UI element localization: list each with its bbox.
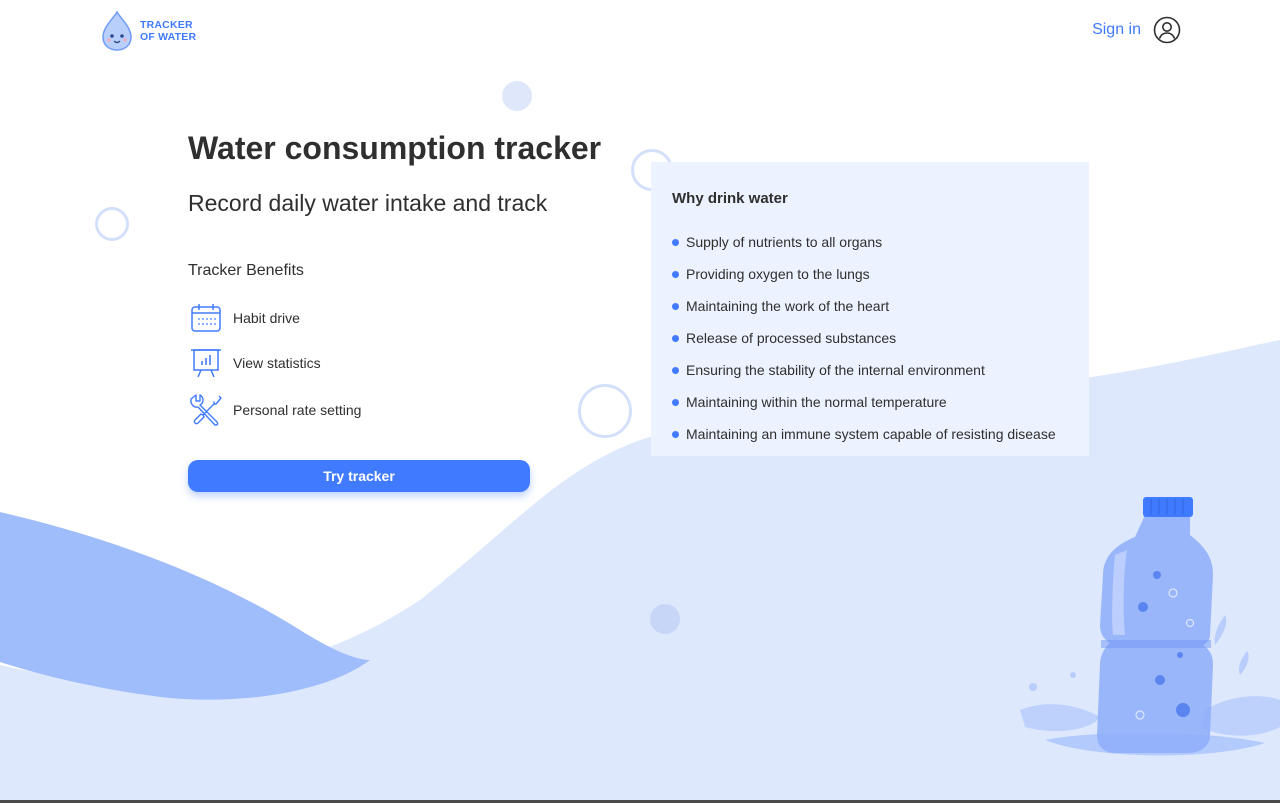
benefits-title: Tracker Benefits: [188, 262, 304, 279]
logo-line-1: TRACKER: [140, 19, 193, 31]
bullet-dot-icon: [672, 430, 679, 438]
list-item-label: Supply of nutrients to all organs: [686, 234, 883, 250]
try-tracker-button[interactable]: Try tracker: [188, 460, 530, 492]
benefit-label: View statistics: [233, 355, 321, 371]
bullet-dot-icon: [672, 398, 679, 406]
why-drink-water-panel: Why drink water Supply of nutrients to a…: [651, 162, 1089, 456]
bullet-dot-icon: [672, 270, 679, 278]
water-drop-mascot-icon: [102, 10, 132, 51]
list-item-label: Maintaining an immune system capable of …: [686, 426, 1056, 442]
benefit-habit-drive: Habit drive: [188, 300, 300, 336]
logo-line-2: OF WATER: [140, 31, 197, 43]
tools-icon: [190, 394, 222, 426]
bullet-dot-icon: [672, 366, 679, 374]
list-item: Maintaining an immune system capable of …: [672, 418, 1089, 450]
bubble-decoration: [502, 81, 532, 111]
sign-in-link[interactable]: Sign in: [1092, 16, 1181, 44]
calendar-icon: [191, 304, 221, 332]
list-item: Providing oxygen to the lungs: [672, 258, 1089, 290]
list-item-label: Providing oxygen to the lungs: [686, 266, 870, 282]
logo-wordmark: TRACKER OF WATER: [140, 19, 196, 43]
list-item: Maintaining within the normal temperatur…: [672, 386, 1089, 418]
sign-in-label: Sign in: [1092, 21, 1141, 38]
water-bottle-illustration: [1020, 497, 1280, 756]
why-title: Why drink water: [672, 190, 788, 207]
list-item: Ensuring the stability of the internal e…: [672, 354, 1089, 386]
page-title: Water consumption tracker: [188, 130, 602, 166]
statistics-board-icon: [191, 349, 221, 378]
bullet-dot-icon: [672, 334, 679, 342]
list-item-label: Ensuring the stability of the internal e…: [686, 362, 985, 378]
page-subtitle: Record daily water intake and track: [188, 190, 548, 216]
list-item-label: Maintaining within the normal temperatur…: [686, 394, 947, 410]
why-list: Supply of nutrients to all organs Provid…: [672, 226, 1089, 450]
list-item: Maintaining the work of the heart: [672, 290, 1089, 322]
list-item-label: Maintaining the work of the heart: [686, 298, 890, 314]
list-item-label: Release of processed substances: [686, 330, 897, 346]
bullet-dot-icon: [672, 238, 679, 246]
landing-page: TRACKER OF WATER Sign in Water consumpti…: [0, 0, 1280, 803]
list-item: Supply of nutrients to all organs: [672, 226, 1089, 258]
user-circle-icon[interactable]: [1153, 16, 1181, 44]
bullet-dot-icon: [672, 302, 679, 310]
logo[interactable]: TRACKER OF WATER: [98, 10, 196, 52]
benefit-label: Personal rate setting: [233, 402, 362, 418]
benefit-view-statistics: View statistics: [188, 345, 321, 381]
bubble-decoration: [578, 384, 632, 438]
benefit-personal-rate: Personal rate setting: [188, 392, 361, 428]
list-item: Release of processed substances: [672, 322, 1089, 354]
bubble-decoration: [95, 207, 129, 241]
bubble-decoration: [650, 604, 680, 634]
benefit-label: Habit drive: [233, 310, 300, 326]
dark-wave: [0, 512, 370, 700]
